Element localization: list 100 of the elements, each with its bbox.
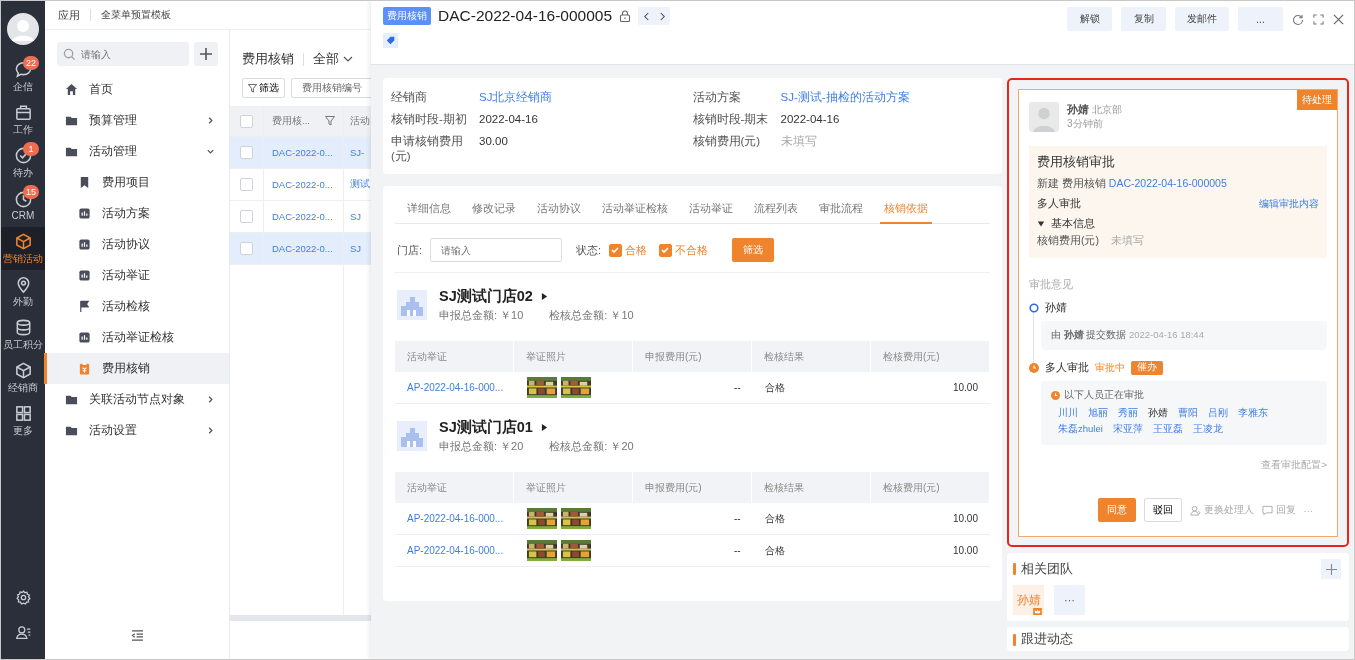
plan-link[interactable]: 测试	[350, 178, 370, 189]
fullscreen-icon[interactable]	[1313, 14, 1324, 25]
record-link[interactable]: DAC-2022-0...	[272, 147, 333, 158]
record-link[interactable]: DAC-2022-0...	[272, 179, 333, 190]
tab[interactable]: 活动协议	[533, 198, 585, 222]
row-checkbox[interactable]	[240, 178, 253, 191]
tab[interactable]: 修改记录	[468, 198, 520, 222]
approver-name[interactable]: 王亚磊	[1152, 421, 1183, 437]
approver-name[interactable]: 王凌龙	[1192, 421, 1223, 437]
field-link[interactable]: SJ-测试-抽检的活动方案	[780, 90, 910, 105]
approver-name[interactable]: 李雅东	[1238, 405, 1268, 421]
menu-item[interactable]: 活动方案	[44, 198, 229, 229]
proof-link[interactable]: AP-2022-04-16-000...	[407, 545, 504, 556]
menu-item[interactable]: 活动协议	[44, 229, 229, 260]
rail-item[interactable]: 员工积分	[1, 313, 45, 356]
action-button[interactable]: 解锁	[1067, 7, 1112, 31]
search-field[interactable]: 请输入	[57, 42, 189, 66]
store-name[interactable]: SJ测试门店01	[439, 418, 533, 437]
menu-item[interactable]: 首页	[44, 74, 229, 105]
tab[interactable]: 核销依据	[880, 198, 932, 224]
filter-icon[interactable]	[325, 116, 335, 126]
row-checkbox[interactable]	[240, 242, 253, 255]
status-checkbox[interactable]	[609, 243, 623, 257]
record-link[interactable]: DAC-2022-0...	[272, 243, 333, 254]
approver-name[interactable]: 旭丽	[1088, 405, 1108, 421]
record-link[interactable]: DAC-2022-04-16-000005	[1108, 177, 1227, 189]
breadcrumb-item[interactable]: 全菜单预置模板	[101, 8, 171, 22]
status-option[interactable]: 合格	[625, 242, 648, 258]
caret-icon[interactable]	[540, 292, 548, 301]
approver-name[interactable]: 川川	[1058, 405, 1078, 421]
section-toggle[interactable]: 基本信息	[1037, 217, 1319, 231]
collapse-menu-icon[interactable]	[130, 630, 144, 641]
settings-icon[interactable]	[14, 589, 32, 606]
config-link[interactable]: 查看审批配置>	[1261, 459, 1327, 470]
plan-link[interactable]: SJ	[350, 243, 362, 254]
tag-icon[interactable]	[383, 33, 398, 48]
tab[interactable]: 活动举证	[685, 198, 737, 222]
rail-item[interactable]: 更多	[1, 399, 45, 442]
proof-link[interactable]: AP-2022-04-16-000...	[407, 513, 504, 524]
status-checkbox[interactable]	[659, 243, 673, 257]
menu-item[interactable]: 活动设置	[44, 415, 229, 446]
menu-item[interactable]: 活动举证	[44, 260, 229, 291]
tab[interactable]: 详细信息	[403, 198, 455, 222]
menu-item[interactable]: 费用项目	[44, 167, 229, 198]
breadcrumb-item[interactable]: 应用	[58, 7, 80, 23]
rail-item[interactable]: 企信 22	[1, 55, 45, 98]
list-row[interactable]: DAC-2022-0... SJ-	[230, 137, 371, 169]
approver-name[interactable]: 宋亚萍	[1112, 421, 1143, 437]
lock-icon[interactable]	[619, 10, 632, 22]
rail-item[interactable]: CRM 15	[1, 184, 45, 227]
list-row[interactable]: DAC-2022-0... SJ	[230, 233, 371, 265]
record-link[interactable]: DAC-2022-0...	[272, 211, 333, 222]
action-button[interactable]: 发邮件	[1175, 7, 1229, 31]
agree-button[interactable]: 同意	[1097, 498, 1136, 522]
rail-item[interactable]: 待办 1	[1, 141, 45, 184]
plan-link[interactable]: SJ	[350, 211, 362, 222]
action-button[interactable]: ...	[1238, 7, 1283, 31]
refresh-icon[interactable]	[1292, 14, 1304, 26]
row-checkbox[interactable]	[240, 210, 253, 223]
rail-item[interactable]: 工作	[1, 98, 45, 141]
more-button[interactable]: ···	[1054, 585, 1085, 615]
rail-item[interactable]: 营销活动	[1, 227, 45, 270]
action-button[interactable]: 复制	[1121, 7, 1166, 31]
approver-name[interactable]: 曹阳	[1178, 405, 1198, 421]
avatar-icon[interactable]	[7, 13, 39, 45]
edit-link[interactable]: 编辑审批内容	[1259, 197, 1319, 211]
user-list-icon[interactable]	[14, 624, 32, 641]
rail-item[interactable]: 外勤	[1, 270, 45, 313]
plan-link[interactable]: SJ-	[350, 147, 365, 158]
add-button[interactable]	[194, 42, 218, 66]
menu-item[interactable]: 关联活动节点对象	[44, 384, 229, 415]
select-all-checkbox[interactable]	[240, 114, 253, 128]
reject-button[interactable]: 驳回	[1143, 498, 1182, 522]
menu-item[interactable]: 活动检核	[44, 291, 229, 322]
user-name[interactable]: 孙婧	[1067, 103, 1089, 115]
tab[interactable]: 流程列表	[750, 198, 802, 222]
field-link[interactable]: SJ北京经销商	[479, 90, 553, 105]
menu-item[interactable]: 预算管理	[44, 105, 229, 136]
menu-item[interactable]: 活动管理	[44, 136, 229, 167]
scope-dropdown[interactable]: 全部	[313, 50, 353, 68]
add-button[interactable]	[1321, 559, 1341, 579]
menu-item[interactable]: 费用核销	[44, 353, 229, 384]
tab[interactable]: 审批流程	[815, 198, 867, 222]
approver-name[interactable]: 秀丽	[1118, 405, 1138, 421]
filter-button[interactable]: 筛选	[242, 78, 285, 98]
list-row[interactable]: DAC-2022-0... 测试	[230, 169, 371, 201]
rail-item[interactable]: 经销商	[1, 356, 45, 399]
approver-name[interactable]: 孙婧	[1148, 405, 1168, 421]
store-name[interactable]: SJ测试门店02	[439, 287, 533, 306]
approver-name[interactable]: 朱磊zhulei	[1058, 421, 1103, 437]
tab[interactable]: 活动举证检核	[598, 198, 672, 222]
caret-icon[interactable]	[540, 423, 548, 432]
urge-button[interactable]: 催办	[1131, 360, 1163, 375]
proof-link[interactable]: AP-2022-04-16-000...	[407, 382, 504, 393]
filter-button[interactable]: 筛选	[732, 238, 775, 262]
menu-item[interactable]: 活动举证检核	[44, 322, 229, 353]
store-field[interactable]: 请输入	[430, 238, 563, 262]
row-checkbox[interactable]	[240, 146, 253, 159]
approver-name[interactable]: 吕刚	[1208, 405, 1228, 421]
close-icon[interactable]	[1333, 14, 1344, 25]
